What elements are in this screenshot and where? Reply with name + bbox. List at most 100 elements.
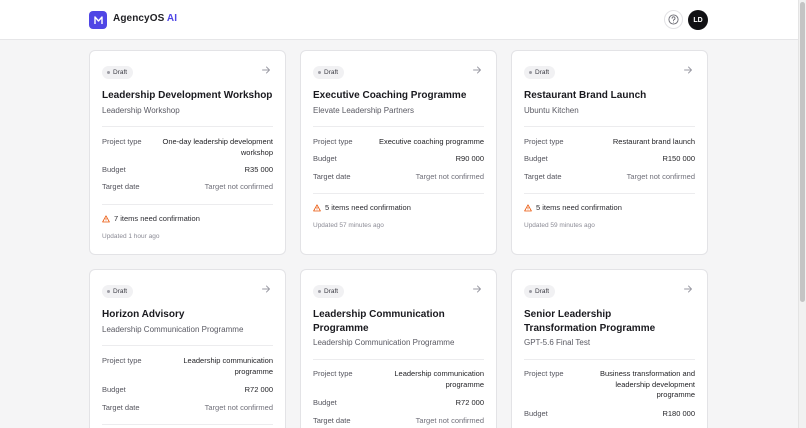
warning-text: 5 items need confirmation bbox=[325, 203, 411, 212]
app-name: AgencyOS bbox=[113, 13, 165, 24]
status-dot bbox=[107, 71, 110, 74]
confirmation-warning: 5 items need confirmation bbox=[313, 203, 411, 212]
budget-label: Budget bbox=[102, 165, 126, 174]
updated-time: Updated 1 hour ago bbox=[102, 233, 160, 240]
project-card[interactable]: Draft Executive Coaching Programme Eleva… bbox=[300, 50, 497, 255]
budget-value: R72 000 bbox=[455, 398, 484, 407]
status-dot bbox=[107, 290, 110, 293]
divider bbox=[313, 193, 484, 194]
project-type-value: Business transformation and leadership d… bbox=[599, 369, 695, 399]
project-type-row: Project type One-day leadership developm… bbox=[102, 137, 273, 159]
target-date-value: Target not confirmed bbox=[415, 416, 484, 425]
budget-label: Budget bbox=[102, 385, 126, 394]
updated-time: Updated 57 minutes ago bbox=[313, 222, 384, 229]
warning-text: 7 items need confirmation bbox=[114, 214, 200, 223]
project-type-value: Executive coaching programme bbox=[378, 137, 484, 146]
project-type-label: Project type bbox=[102, 137, 142, 146]
card-subtitle: Leadership Communication Programme bbox=[102, 325, 244, 334]
divider bbox=[313, 126, 484, 127]
project-type-value: One-day leadership development workshop bbox=[162, 137, 274, 157]
card-title[interactable]: Leadership Development Workshop bbox=[102, 89, 274, 103]
arrow-right-icon[interactable] bbox=[472, 65, 482, 75]
card-subtitle: Leadership Workshop bbox=[102, 106, 180, 115]
warning-text: 5 items need confirmation bbox=[536, 203, 622, 212]
arrow-right-icon[interactable] bbox=[472, 284, 482, 294]
card-subtitle: Ubuntu Kitchen bbox=[524, 106, 579, 115]
card-subtitle: Elevate Leadership Partners bbox=[313, 106, 414, 115]
project-type-value: Leadership communication programme bbox=[394, 369, 484, 389]
confirmation-warning: 7 items need confirmation bbox=[102, 214, 200, 223]
project-type-label: Project type bbox=[102, 356, 142, 365]
budget-value: R72 000 bbox=[244, 385, 273, 394]
help-button[interactable] bbox=[664, 10, 683, 29]
card-title[interactable]: Senior Leadership Transformation Program… bbox=[524, 308, 684, 335]
project-card[interactable]: Draft Senior Leadership Transformation P… bbox=[511, 269, 708, 428]
divider bbox=[524, 193, 695, 194]
status-dot bbox=[529, 290, 532, 293]
status-dot bbox=[318, 290, 321, 293]
status-badge: Draft bbox=[313, 66, 345, 79]
status-label: Draft bbox=[535, 69, 550, 76]
project-type-value: Leadership communication programme bbox=[183, 356, 273, 376]
divider bbox=[524, 359, 695, 360]
top-header: AgencyOS AI LD bbox=[0, 0, 798, 40]
project-card[interactable]: Draft Restaurant Brand Launch Ubuntu Kit… bbox=[511, 50, 708, 255]
card-title[interactable]: Horizon Advisory bbox=[102, 308, 274, 322]
project-type-row: Project type Business transformation and… bbox=[524, 369, 695, 402]
project-type-label: Project type bbox=[524, 369, 564, 378]
divider bbox=[102, 126, 273, 127]
budget-label: Budget bbox=[524, 409, 548, 418]
status-label: Draft bbox=[324, 288, 339, 295]
scrollbar-thumb[interactable] bbox=[800, 2, 805, 302]
project-type-label: Project type bbox=[313, 369, 353, 378]
logo-mark bbox=[93, 15, 103, 24]
divider bbox=[102, 204, 273, 205]
card-title[interactable]: Leadership Communication Programme bbox=[313, 308, 463, 335]
status-badge: Draft bbox=[524, 285, 556, 298]
target-date-value: Target not confirmed bbox=[204, 403, 273, 412]
app-title: AgencyOS AI bbox=[113, 13, 177, 24]
target-date-label: Target date bbox=[102, 403, 140, 412]
status-badge: Draft bbox=[102, 66, 134, 79]
card-title[interactable]: Restaurant Brand Launch bbox=[524, 89, 696, 103]
logo-icon[interactable] bbox=[89, 11, 107, 29]
arrow-right-icon[interactable] bbox=[261, 65, 271, 75]
app-name-suffix: AI bbox=[166, 13, 178, 24]
confirmation-warning: 5 items need confirmation bbox=[524, 203, 622, 212]
user-avatar[interactable]: LD bbox=[688, 10, 708, 30]
project-type-label: Project type bbox=[524, 137, 564, 146]
card-subtitle: GPT-5.6 Final Test bbox=[524, 338, 591, 347]
target-date-value: Target not confirmed bbox=[415, 172, 484, 181]
status-dot bbox=[529, 71, 532, 74]
budget-value: R90 000 bbox=[455, 154, 484, 163]
arrow-right-icon[interactable] bbox=[683, 284, 693, 294]
budget-value: R150 000 bbox=[662, 154, 695, 163]
warning-icon bbox=[524, 203, 532, 211]
divider bbox=[524, 126, 695, 127]
budget-value: R35 000 bbox=[244, 165, 273, 174]
status-badge: Draft bbox=[313, 285, 345, 298]
budget-label: Budget bbox=[313, 154, 337, 163]
project-card[interactable]: Draft Horizon Advisory Leadership Commun… bbox=[89, 269, 286, 428]
divider bbox=[102, 345, 273, 346]
card-title[interactable]: Executive Coaching Programme bbox=[313, 89, 485, 103]
divider bbox=[313, 359, 484, 360]
card-subtitle: Leadership Communication Programme bbox=[313, 338, 455, 347]
target-date-label: Target date bbox=[313, 172, 351, 181]
project-type-label: Project type bbox=[313, 137, 353, 146]
status-label: Draft bbox=[113, 69, 128, 76]
project-type-row: Project type Leadership communication pr… bbox=[313, 369, 484, 391]
target-date-label: Target date bbox=[313, 416, 351, 425]
arrow-right-icon[interactable] bbox=[683, 65, 693, 75]
status-label: Draft bbox=[535, 288, 550, 295]
warning-icon bbox=[102, 214, 110, 222]
status-badge: Draft bbox=[524, 66, 556, 79]
budget-value: R180 000 bbox=[662, 409, 695, 418]
project-card[interactable]: Draft Leadership Development Workshop Le… bbox=[89, 50, 286, 255]
project-card[interactable]: Draft Leadership Communication Programme… bbox=[300, 269, 497, 428]
warning-icon bbox=[313, 203, 321, 211]
arrow-right-icon[interactable] bbox=[261, 284, 271, 294]
updated-time: Updated 59 minutes ago bbox=[524, 222, 595, 229]
status-badge: Draft bbox=[102, 285, 134, 298]
status-label: Draft bbox=[324, 69, 339, 76]
